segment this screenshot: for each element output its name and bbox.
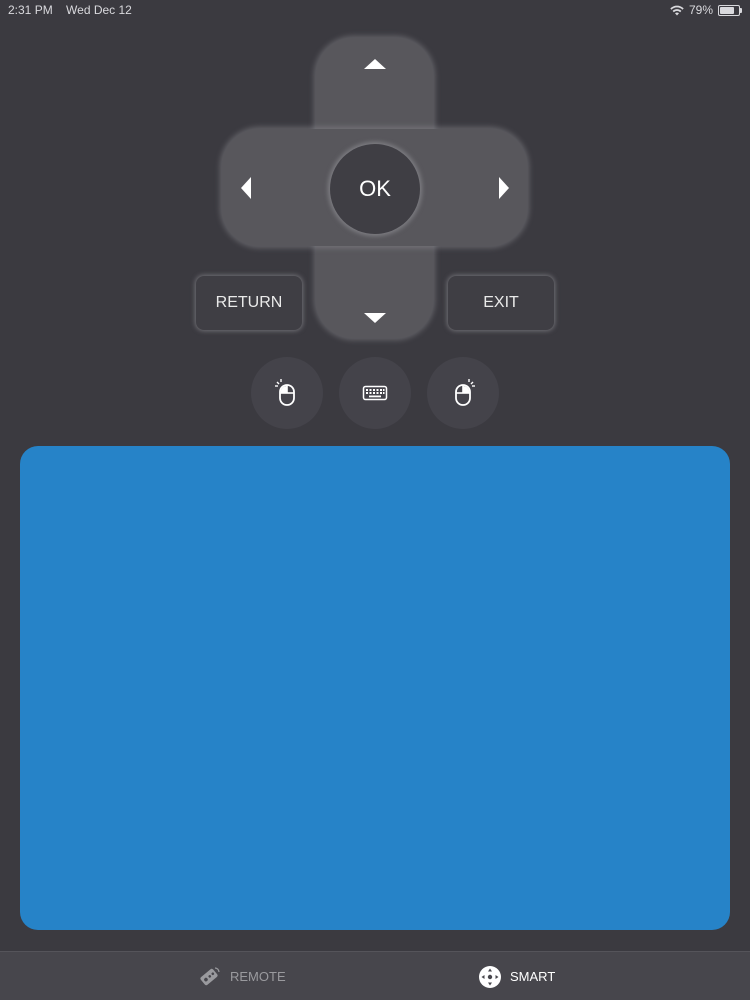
exit-button[interactable]: EXIT — [448, 276, 554, 330]
keyboard-icon — [362, 385, 388, 401]
mouse-right-click-icon — [455, 379, 475, 406]
status-time: 2:31 PM — [8, 3, 53, 17]
tab-smart-label: SMART — [510, 969, 556, 984]
battery-percent: 79% — [688, 3, 713, 17]
arrow-up-icon — [364, 59, 386, 69]
right-click-button[interactable] — [427, 357, 499, 429]
status-bar: 2:31 PM Wed Dec 12 79% — [0, 0, 750, 20]
tab-remote-label: REMOTE — [230, 969, 286, 984]
dpad-down-button[interactable] — [340, 298, 410, 338]
ok-button[interactable]: OK — [330, 144, 420, 234]
battery-fill — [720, 6, 735, 14]
dpad-right-button[interactable] — [484, 155, 524, 221]
tab-bar: REMOTE SMART — [0, 951, 750, 1000]
wifi-icon — [670, 5, 684, 15]
smart-nav-icon — [479, 965, 501, 988]
arrow-down-icon — [364, 313, 386, 323]
arrow-right-icon — [499, 177, 509, 199]
keyboard-button[interactable] — [339, 357, 411, 429]
remote-screen: 2:31 PM Wed Dec 12 79% OK RETURN EXIT RE… — [0, 0, 750, 1000]
remote-icon — [200, 966, 220, 985]
status-left: 2:31 PM Wed Dec 12 — [8, 3, 142, 17]
tab-remote[interactable]: REMOTE — [196, 952, 286, 1000]
battery-icon — [718, 4, 742, 16]
dpad-up-button[interactable] — [340, 44, 410, 84]
mouse-left-click-icon — [275, 379, 295, 406]
return-button[interactable]: RETURN — [196, 276, 302, 330]
tab-smart[interactable]: SMART — [478, 952, 555, 1000]
touchpad-area[interactable] — [20, 446, 730, 930]
left-click-button[interactable] — [251, 357, 323, 429]
dpad-left-button[interactable] — [226, 155, 266, 221]
status-date: Wed Dec 12 — [66, 3, 132, 17]
arrow-left-icon — [241, 177, 251, 199]
status-right: 79% — [670, 3, 742, 17]
